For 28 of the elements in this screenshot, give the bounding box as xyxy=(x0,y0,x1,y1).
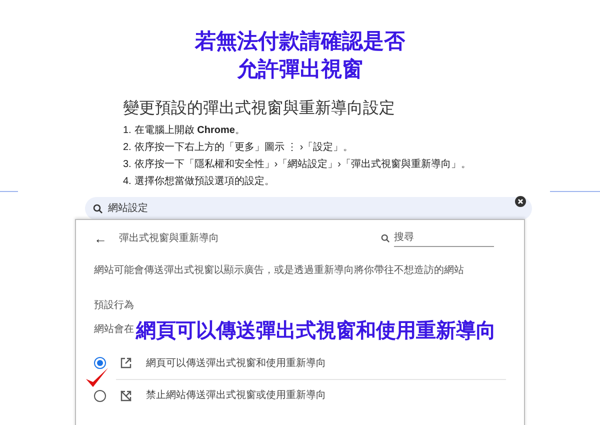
radio-button[interactable] xyxy=(94,357,106,369)
description-text: 網站可能會傳送彈出式視窗以顯示廣告，或是透過重新導向將你帶往不想造訪的網站 xyxy=(94,264,465,278)
help-heading: 變更預設的彈出式視窗與重新導向設定 xyxy=(123,98,396,119)
step-text: 在電腦上開啟 Chrome。 xyxy=(134,124,245,138)
external-link-icon xyxy=(120,357,132,369)
step-number: 4. xyxy=(123,175,132,189)
hint-text: 網站會在 xyxy=(94,322,134,337)
step-number: 1. xyxy=(123,124,132,138)
option-label: 網頁可以傳送彈出式視窗和使用重新導向 xyxy=(146,356,326,370)
panel-search-field[interactable]: 搜尋 xyxy=(394,230,494,247)
step-text: 依序按一下「隱私權和安全性」›「網站設定」›「彈出式視窗與重新導向」。 xyxy=(134,158,472,172)
clear-icon[interactable] xyxy=(515,196,526,207)
blocked-link-icon xyxy=(120,390,132,402)
banner-title: 若無法付款請確認是否 xyxy=(195,29,405,55)
section-label: 預設行為 xyxy=(94,298,135,313)
page-title: 彈出式視窗與重新導向 xyxy=(119,232,219,246)
banner-title: 允許彈出視窗 xyxy=(237,56,363,83)
step-text: 選擇你想當做預設選項的設定。 xyxy=(134,174,274,189)
search-icon xyxy=(381,234,390,243)
radio-button[interactable] xyxy=(94,390,106,402)
search-icon xyxy=(93,204,103,214)
callout-text: 網頁可以傳送彈出式視窗和使用重新導向 xyxy=(136,319,496,343)
search-field[interactable]: 網站設定 xyxy=(85,197,532,220)
step-number: 2. xyxy=(123,141,132,155)
option-label: 禁止網站傳送彈出式視窗或使用重新導向 xyxy=(146,388,326,403)
back-button[interactable]: ← xyxy=(94,232,107,245)
step-text: 依序按一下右上方的「更多」圖示 ⋮ ›「設定」。 xyxy=(134,140,354,155)
step-number: 3. xyxy=(123,158,132,172)
